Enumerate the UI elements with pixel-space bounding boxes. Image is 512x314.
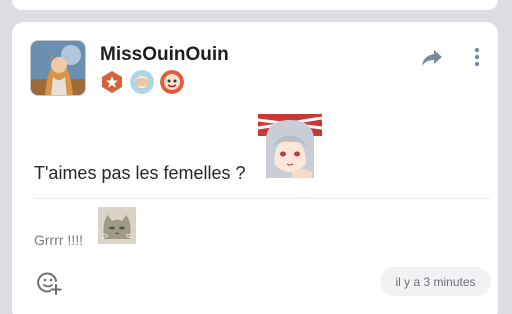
star-badge-icon[interactable]: [100, 70, 124, 94]
vertical-dots-icon[interactable]: [470, 45, 484, 69]
username[interactable]: MissOuinOuin: [100, 44, 229, 66]
timestamp-text: il y a 3 minutes: [395, 274, 476, 289]
timestamp-badge: il y a 3 minutes: [380, 267, 491, 296]
share-arrow-icon[interactable]: [420, 48, 444, 68]
add-emoji-icon[interactable]: [36, 270, 62, 296]
previous-post-card: [12, 0, 498, 10]
anime-girl-sticker: [258, 114, 322, 178]
old-man-badge-icon[interactable]: [130, 70, 154, 94]
divider: [34, 198, 490, 199]
cat-sticker: [98, 207, 136, 244]
character-badge-icon[interactable]: [160, 70, 184, 94]
comment-text: Grrrr !!!!: [34, 232, 83, 248]
post-text: T'aimes pas les femelles ?: [34, 163, 246, 183]
user-avatar[interactable]: [30, 40, 86, 96]
